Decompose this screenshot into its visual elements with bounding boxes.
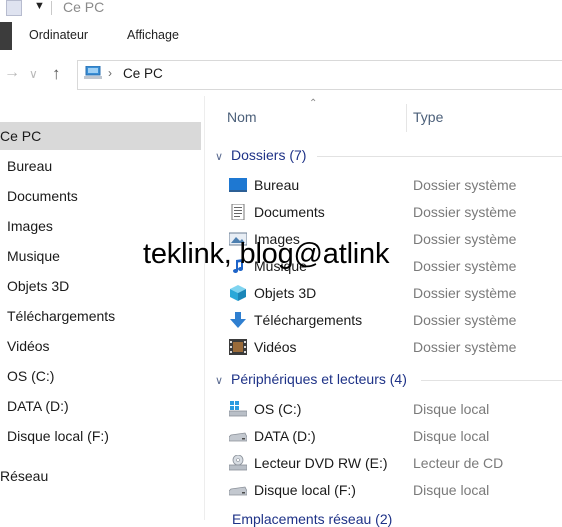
item-type: Disque local [413,482,490,498]
drive-icon [229,432,247,442]
navigation-bar: → ∨ ↑ › Ce PC [0,52,562,96]
tab-ordinateur[interactable]: Ordinateur [29,28,88,42]
ribbon: Ordinateur Affichage [0,18,562,53]
desktop-icon [229,178,247,192]
windows-drive-icon [229,401,247,417]
sidebar-item-label: Téléchargements [7,308,116,324]
sidebar-item-videos[interactable]: Vidéos [0,332,201,360]
objects-3d-icon [230,285,246,301]
item-name: Objets 3D [254,285,317,301]
tab-affichage[interactable]: Affichage [127,28,179,42]
dvd-drive-icon [229,455,247,471]
item-name: Lecteur DVD RW (E:) [254,455,388,471]
videos-icon [229,339,247,355]
sidebar-item-label: OS (C:) [7,368,55,384]
list-item[interactable]: OS (C:) Disque local [205,396,562,423]
list-item[interactable]: Lecteur DVD RW (E:) Lecteur de CD [205,450,562,477]
sidebar-item-label: Vidéos [7,338,50,354]
item-type: Dossier système [413,258,517,274]
item-type: Lecteur de CD [413,455,504,471]
group-divider [317,156,562,157]
sidebar-item-label: Bureau [7,158,53,174]
item-type: Dossier système [413,231,517,247]
item-type: Dossier système [413,285,517,301]
breadcrumb-chevron-icon[interactable]: › [108,66,112,80]
file-tab[interactable] [0,22,12,50]
this-pc-icon [84,66,102,79]
watermark-text: teklink, blog@atlink [143,238,390,270]
downloads-icon [230,312,246,328]
sidebar-item-objets-3d[interactable]: Objets 3D [0,272,201,300]
item-name: Documents [254,204,325,220]
item-type: Dossier système [413,312,517,328]
sidebar-item-label: Disque local (F:) [7,428,109,444]
column-header-type[interactable]: Type [413,109,443,125]
navigation-pane: Ce PC Bureau Documents Images Musique Ob… [0,96,204,520]
recent-locations-chevron-icon[interactable]: ∨ [29,67,38,81]
list-item[interactable]: DATA (D:) Disque local [205,423,562,450]
up-arrow-icon[interactable]: ↑ [52,64,61,84]
sidebar-item-bureau[interactable]: Bureau [0,152,201,180]
list-item[interactable]: Objets 3D Dossier système [205,280,562,307]
sidebar-item-ce-pc[interactable]: Ce PC [0,122,201,150]
sidebar-item-os-c[interactable]: OS (C:) [0,362,201,390]
sort-ascending-icon: ⌃ [309,98,318,109]
group-divider [421,380,562,381]
breadcrumb-this-pc[interactable]: Ce PC [123,66,163,81]
column-separator[interactable] [406,104,407,132]
quick-access-icon[interactable] [6,0,22,16]
group-header-peripheriques[interactable]: ∨ Périphériques et lecteurs (4) [215,371,407,393]
item-type: Dossier système [413,339,517,355]
item-name: Vidéos [254,339,297,355]
list-item[interactable]: Vidéos Dossier système [205,334,562,361]
window-title: Ce PC [63,0,105,15]
drive-icon [229,486,247,496]
list-item[interactable]: Disque local (F:) Disque local [205,477,562,504]
sidebar-item-label: Objets 3D [7,278,70,294]
address-bar[interactable]: › Ce PC [77,60,562,90]
column-header-name[interactable]: Nom [227,109,257,125]
sidebar-item-images[interactable]: Images [0,212,201,240]
sidebar-item-label: Musique [7,248,60,264]
quick-access-dropdown-icon[interactable]: ▼ [34,0,45,12]
title-bar: ▼ Ce PC [0,0,562,18]
item-type: Disque local [413,401,490,417]
file-list: ⌃ Nom Type ∨ Dossiers (7) Bureau Dossier … [205,96,562,520]
group-title: Périphériques et lecteurs (4) [231,371,407,387]
sidebar-item-label: DATA (D:) [7,398,69,414]
item-type: Disque local [413,428,490,444]
item-name: Disque local (F:) [254,482,356,498]
collapse-chevron-icon[interactable]: ∨ [215,150,231,163]
documents-icon [231,204,245,220]
list-item[interactable]: Documents Dossier système [205,199,562,226]
collapse-chevron-icon[interactable]: ∨ [215,374,231,387]
sidebar-item-label: Images [7,218,53,234]
item-name: Bureau [254,177,300,193]
sidebar-item-label: Réseau [0,468,49,484]
group-header-dossiers[interactable]: ∨ Dossiers (7) [215,147,306,169]
sidebar-item-disque-local-f[interactable]: Disque local (F:) [0,422,201,450]
list-item[interactable]: Téléchargements Dossier système [205,307,562,334]
item-type: Dossier système [413,204,517,220]
group-title: Dossiers (7) [231,147,307,163]
sidebar-item-documents[interactable]: Documents [0,182,201,210]
sidebar-item-reseau[interactable]: Réseau [0,462,201,490]
item-name: OS (C:) [254,401,302,417]
item-name: Téléchargements [254,312,363,328]
item-type: Dossier système [413,177,517,193]
sidebar-item-data-d[interactable]: DATA (D:) [0,392,201,420]
group-header-emplacements-reseau[interactable]: Emplacements réseau (2) [232,511,392,527]
forward-arrow-icon[interactable]: → [4,64,20,82]
sidebar-item-label: Ce PC [0,128,42,144]
item-name: DATA (D:) [254,428,316,444]
list-item[interactable]: Bureau Dossier système [205,172,562,199]
title-separator [51,1,52,15]
sidebar-item-telechargements[interactable]: Téléchargements [0,302,201,330]
sidebar-item-label: Documents [7,188,78,204]
